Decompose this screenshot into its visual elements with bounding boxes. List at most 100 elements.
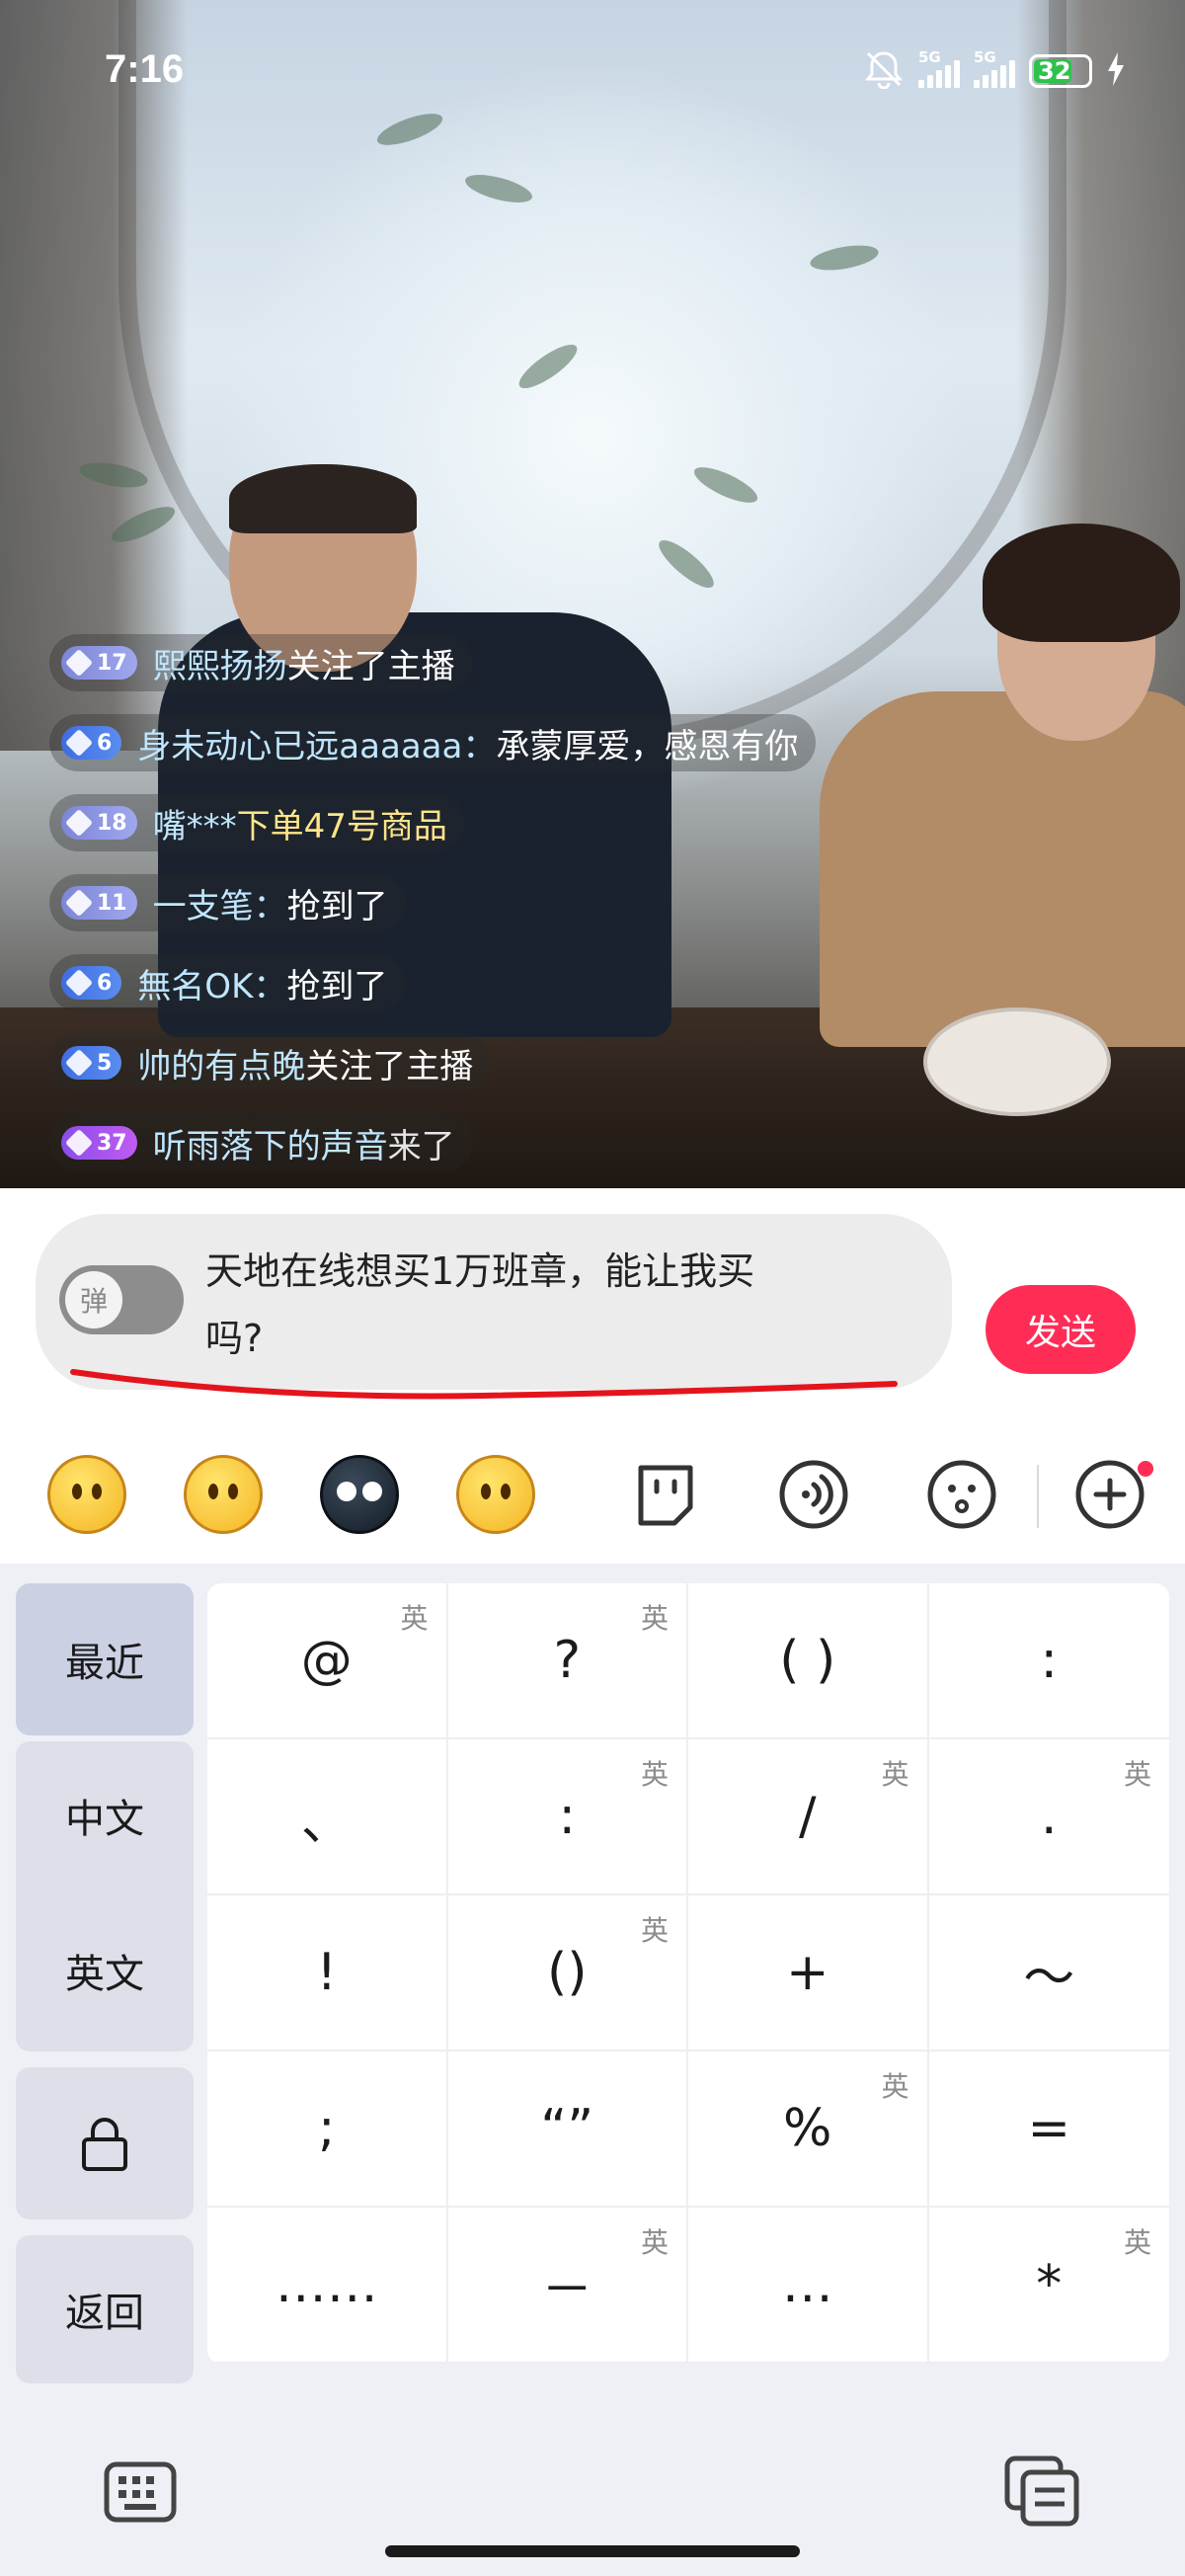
- symbol-key[interactable]: / 英: [688, 1739, 929, 1895]
- chat-message[interactable]: 17 熙熙扬扬 关注了主播: [49, 634, 473, 691]
- notification-dot: [1138, 1461, 1153, 1477]
- add-icon[interactable]: [1072, 1457, 1147, 1532]
- key-label: ;: [317, 2099, 336, 2158]
- symbol-key[interactable]: 、: [207, 1739, 448, 1895]
- symbol-key[interactable]: :: [928, 1583, 1169, 1739]
- dark-blob-emoji[interactable]: [320, 1455, 399, 1534]
- key-label: (): [546, 1943, 588, 2002]
- symbol-key[interactable]: ( ): [688, 1583, 929, 1739]
- symbol-key[interactable]: =: [928, 2052, 1169, 2208]
- chat-username[interactable]: 熙熙扬扬: [153, 639, 287, 687]
- key-en-tag: 英: [400, 1602, 429, 1635]
- mute-bell-icon: [863, 49, 905, 93]
- chat-message[interactable]: 18 嘴*** 下单47号商品: [49, 794, 465, 851]
- key-label: :: [1040, 1631, 1059, 1690]
- user-level-badge: 37: [61, 1126, 137, 1160]
- smile-emoji[interactable]: [456, 1455, 535, 1534]
- key-en-tag: 英: [1123, 1758, 1151, 1791]
- diamond-icon: [64, 648, 94, 678]
- tea-cake: [923, 1007, 1111, 1116]
- danmaku-toggle-knob: 弹: [65, 1271, 122, 1328]
- symbol-key[interactable]: * 英: [928, 2208, 1169, 2364]
- key-en-tag: 英: [640, 1914, 669, 1947]
- key-label: *: [1036, 2255, 1063, 2314]
- key-label: ?: [553, 1631, 582, 1690]
- chat-username[interactable]: 嘴***: [153, 799, 237, 847]
- status-time: 7:16: [105, 47, 185, 91]
- key-label: ～: [1023, 1948, 1075, 2008]
- chat-message[interactable]: 5 帅的有点晚 关注了主播: [49, 1034, 492, 1091]
- send-button[interactable]: 发送: [986, 1285, 1136, 1374]
- key-label: …: [781, 2255, 833, 2314]
- status-icons: 5G 5G 32: [863, 48, 1126, 93]
- emoji-toolbar: [0, 1425, 1185, 1564]
- chat-username[interactable]: 無名OK：: [137, 959, 286, 1007]
- chat-message[interactable]: 37 听雨落下的声音 来了: [49, 1114, 473, 1171]
- kb-lock-button[interactable]: [16, 2067, 194, 2219]
- host-woman-hair: [983, 523, 1180, 642]
- symbol-key[interactable]: @ 英: [207, 1583, 448, 1739]
- face-icon[interactable]: [924, 1457, 999, 1532]
- symbol-keyboard: 最近 中文 英文 返回 @ 英? 英( ):、: 英 / 英. 英!() 英 + ～; “”% 英 =……: [0, 1564, 1185, 2576]
- comment-input-area: 弹 天地在线想买1万班章，能让我买 吗? 发送: [0, 1188, 1185, 1564]
- danmaku-toggle[interactable]: 弹: [59, 1265, 184, 1334]
- user-level-badge: 6: [61, 726, 122, 760]
- key-label: =: [1027, 2099, 1071, 2158]
- key-en-tag: 英: [640, 1758, 669, 1791]
- chat-message[interactable]: 11 一支笔： 抢到了: [49, 874, 406, 931]
- host-woman-body: [820, 691, 1185, 1047]
- key-label: %: [783, 2099, 832, 2158]
- key-label: ……: [275, 2255, 378, 2314]
- diamond-icon: [64, 888, 94, 918]
- sticker-icon[interactable]: [628, 1457, 703, 1532]
- home-indicator[interactable]: [385, 2545, 800, 2557]
- keyboard-icon[interactable]: [103, 2460, 178, 2528]
- key-label: @: [300, 1631, 353, 1690]
- user-level-badge: 11: [61, 886, 137, 920]
- chat-username[interactable]: 帅的有点晚: [137, 1039, 305, 1087]
- user-level-badge: 5: [61, 1046, 122, 1080]
- chat-text: 抢到了: [286, 966, 388, 1006]
- symbol-key[interactable]: ? 英: [447, 1583, 688, 1739]
- diamond-icon: [64, 1048, 94, 1078]
- symbol-key[interactable]: !: [207, 1895, 448, 2052]
- symbol-key[interactable]: －英: [447, 2208, 688, 2364]
- user-level-badge: 17: [61, 646, 137, 680]
- symbol-key[interactable]: % 英: [688, 2052, 929, 2208]
- kb-tab-recent[interactable]: 最近: [16, 1583, 194, 1735]
- comment-input-text[interactable]: 天地在线想买1万班章，能让我买 吗?: [205, 1238, 897, 1372]
- key-en-tag: 英: [881, 1758, 909, 1791]
- chat-text: 关注了主播: [305, 1046, 474, 1087]
- key-label: －: [541, 2260, 593, 2320]
- chat-message[interactable]: 6 身未动心已远aaaaaa： 承蒙厚爱，感恩有你: [49, 714, 817, 771]
- key-label: +: [785, 1943, 830, 2002]
- symbol-key[interactable]: …: [688, 2208, 929, 2364]
- chat-text: 关注了主播: [286, 646, 455, 686]
- chat-feed: 17 熙熙扬扬 关注了主播 6 身未动心已远aaaaaa： 承蒙厚爱，感恩有你 18 嘴***…: [49, 634, 817, 1194]
- voice-icon[interactable]: [776, 1457, 851, 1532]
- symbol-key[interactable]: :英: [447, 1739, 688, 1895]
- kb-back-button[interactable]: 返回: [16, 2235, 194, 2383]
- chat-username[interactable]: 一支笔：: [153, 879, 287, 927]
- clipboard-icon[interactable]: [1003, 2455, 1082, 2532]
- symbol-key-grid: @ 英? 英( ):、: 英 / 英. 英!() 英 + ～; “”% 英 =…… －英… * 英: [207, 1583, 1169, 2364]
- key-label: .: [1040, 1787, 1058, 1846]
- chat-username[interactable]: 听雨落下的声音: [153, 1119, 388, 1167]
- chat-username[interactable]: 身未动心已远aaaaaa：: [137, 719, 496, 767]
- symbol-key[interactable]: ～: [928, 1895, 1169, 2052]
- symbol-key[interactable]: ……: [207, 2208, 448, 2364]
- grin-sweat-emoji[interactable]: [184, 1455, 263, 1534]
- lock-icon: [82, 2118, 127, 2171]
- symbol-key[interactable]: .英: [928, 1739, 1169, 1895]
- key-label: :: [558, 1787, 577, 1846]
- thinking-emoji[interactable]: [47, 1455, 126, 1534]
- kb-tab-chinese[interactable]: 中文: [16, 1741, 194, 1890]
- kb-tab-english[interactable]: 英文: [16, 1890, 194, 2052]
- symbol-key[interactable]: () 英: [447, 1895, 688, 2052]
- symbol-key[interactable]: ;: [207, 2052, 448, 2208]
- user-level-badge: 18: [61, 806, 137, 840]
- chat-message[interactable]: 6 無名OK： 抢到了: [49, 954, 406, 1011]
- status-bar: 7:16 5G 5G 32: [0, 0, 1185, 148]
- symbol-key[interactable]: +: [688, 1895, 929, 2052]
- symbol-key[interactable]: “”: [447, 2052, 688, 2208]
